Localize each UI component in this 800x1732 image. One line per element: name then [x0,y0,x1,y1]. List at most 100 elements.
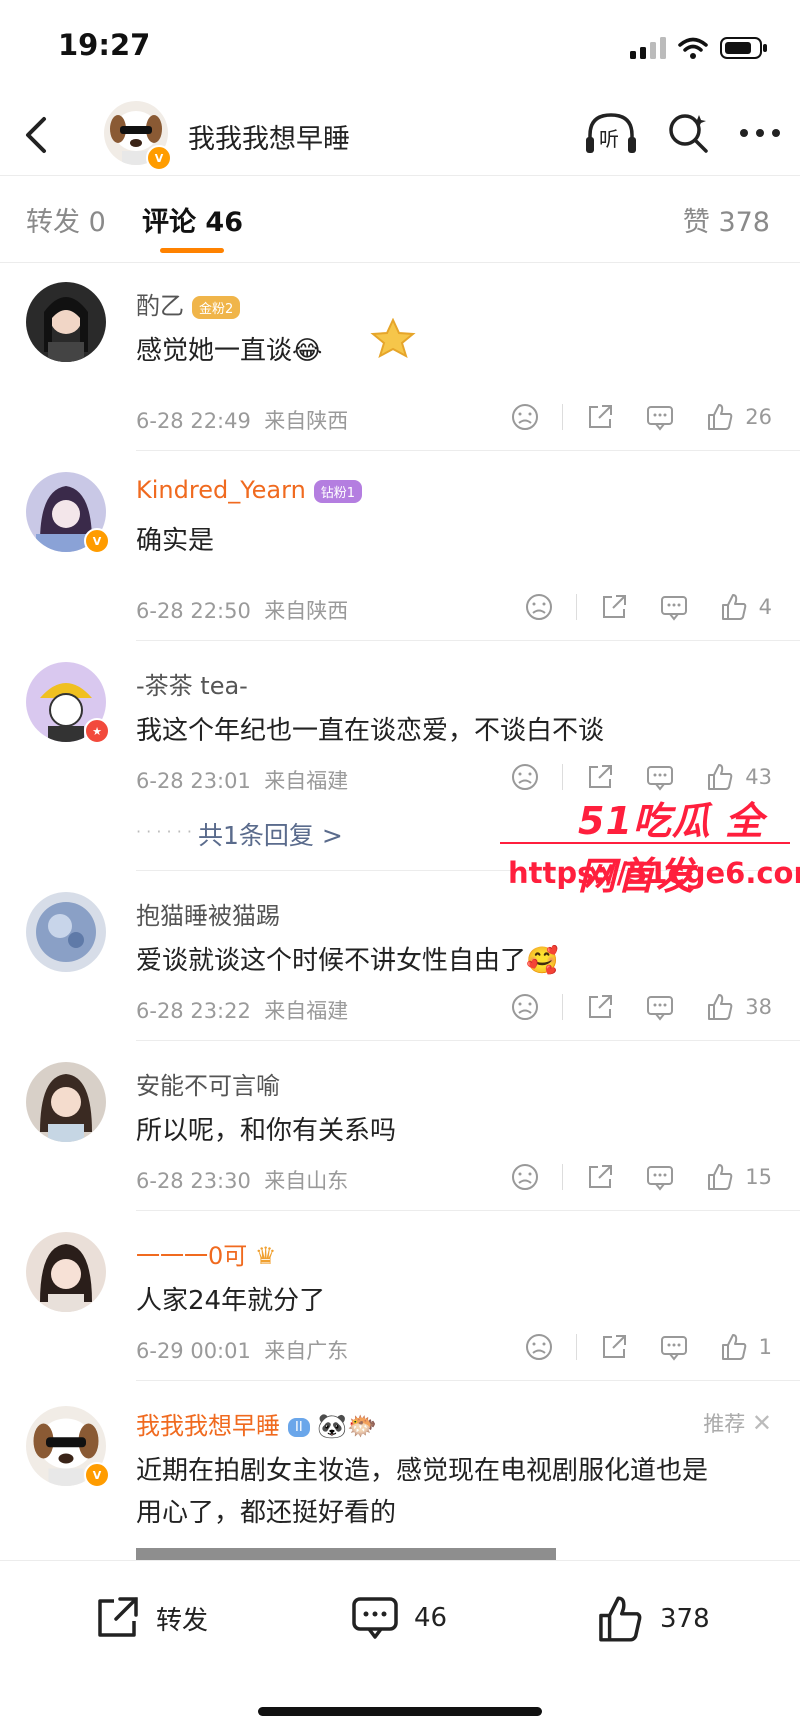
share-icon[interactable] [599,592,629,622]
comment-text-line1: 近期在拍剧女主妆造，感觉现在电视剧服化道也是 [136,1456,709,1486]
tab-active-indicator [160,248,224,253]
listen-button[interactable]: 听 [584,109,638,157]
avatar[interactable] [26,1232,106,1312]
tab-comments[interactable]: 评论 46 [142,200,243,239]
share-icon[interactable] [585,992,615,1022]
comment-username[interactable]: Kindred_Yearn 钻粉1 [136,476,363,504]
share-icon[interactable] [585,402,615,432]
reply-icon[interactable] [659,592,689,622]
comment-actions: 26 [510,402,772,432]
more-icon[interactable] [738,127,782,139]
dislike-face-icon[interactable] [510,1162,540,1192]
comment-text: 所以呢，和你有关系吗 [136,1116,397,1146]
comment-meta: 6-28 23:22 来自福建 [136,999,349,1023]
like-count: 4 [758,595,772,619]
dislike-face-icon[interactable] [524,1332,554,1362]
reply-dots: · · · · · · [136,822,192,841]
page-title: 我我我想早睡 [188,124,350,155]
crown-icon: ♛ [254,1242,277,1270]
sticker-star-icon [370,317,416,359]
share-icon [98,1597,138,1637]
avatar[interactable] [26,892,106,972]
reply-icon[interactable] [659,1332,689,1362]
panda-icon: 🐼 [317,1412,348,1440]
avatar[interactable] [26,282,106,362]
comment-text: 感觉她一直谈😂 [136,336,323,366]
comment-meta: 6-28 23:30 来自山东 [136,1169,349,1193]
reply-icon[interactable] [645,1162,675,1192]
share-icon[interactable] [599,1332,629,1362]
reply-icon[interactable] [645,762,675,792]
comment-actions: 4 [524,592,772,622]
comment-meta: 6-29 00:01 来自广东 [136,1339,349,1363]
fan-badge: II [288,1417,310,1437]
comment-username[interactable]: 酌乙 金粉2 [136,286,241,321]
fan-badge: 钻粉1 [313,479,363,503]
dislike-face-icon[interactable] [510,992,540,1022]
comment-text: 确实是 [136,526,215,556]
like-count: 15 [745,1165,772,1189]
avatar[interactable] [26,1062,106,1142]
reply-icon[interactable] [645,402,675,432]
battery-icon [720,37,767,59]
comment-image[interactable] [136,1548,556,1560]
like-count: 43 [745,765,772,789]
comment-actions: 38 [510,992,772,1022]
like-icon[interactable] [705,992,735,1022]
comment-actions: 1 [524,1332,772,1362]
like-button[interactable]: 378 [594,1593,710,1645]
dislike-face-icon[interactable] [510,762,540,792]
dislike-face-icon[interactable] [524,592,554,622]
comment-actions: 15 [510,1162,772,1192]
comment-text: 爱谈就谈这个时候不讲女性自由了🥰 [136,946,559,976]
comment-username[interactable]: 抱猫睡被猫踢 [136,896,280,931]
like-icon[interactable] [705,762,735,792]
fish-icon: 🐡 [347,1412,378,1440]
like-icon[interactable] [705,402,735,432]
status-time: 19:27 [58,28,151,62]
like-icon[interactable] [719,1332,749,1362]
header-actions: 听 [584,109,782,157]
red-badge: ★ [84,718,110,744]
verified-badge: V [146,145,172,171]
comment-meta: 6-28 22:49 来自陕西 [136,409,349,433]
comment-text-line2: 用心了，都还挺好看的 [136,1498,397,1528]
home-indicator [258,1707,542,1716]
comment-meta: 6-28 22:50 来自陕西 [136,599,349,623]
comment-meta: 6-28 23:01 来自福建 [136,769,349,793]
tab-bar: 转发 0 评论 46 赞 378 [0,176,800,263]
comment-text: 我这个年纪也一直在谈恋爱，不谈白不谈 [136,716,605,746]
reply-icon[interactable] [645,992,675,1022]
dislike-face-icon[interactable] [510,402,540,432]
verified-badge: V [84,528,110,554]
listen-label: 听 [599,127,619,151]
comment-username[interactable]: -茶茶 tea- [136,666,248,701]
search-icon[interactable] [666,111,710,155]
watermark-divider [500,842,790,844]
status-icons [630,36,768,60]
watermark-url: https://51cge6.com [508,856,800,890]
comment-icon [352,1597,398,1639]
repost-button[interactable]: 转发 [92,1593,208,1643]
comment-button[interactable]: 46 [350,1593,447,1643]
wifi-icon [678,37,708,59]
view-replies-link[interactable]: 共1条回复 > [198,816,343,852]
share-icon[interactable] [585,1162,615,1192]
like-icon[interactable] [719,592,749,622]
fan-badge: 金粉2 [192,295,241,319]
tab-repost[interactable]: 转发 0 [26,200,106,239]
signal-icon [630,37,666,59]
back-arrow-icon[interactable] [18,113,58,157]
like-count: 1 [758,1335,772,1359]
comment-username[interactable]: 我我我想早睡 II 🐼🐡 [136,1406,377,1441]
comment-username[interactable]: 一一一0可 ♛ [136,1236,276,1271]
comment-actions: 43 [510,762,772,792]
like-count: 38 [745,995,772,1019]
tab-likes[interactable]: 赞 378 [683,200,770,239]
header-bar: V 我我我想早睡 听 [0,95,800,176]
like-icon[interactable] [705,1162,735,1192]
comment-username[interactable]: 安能不可言喻 [136,1066,280,1101]
comment-text: 人家24年就分了 [136,1286,326,1316]
close-icon[interactable]: ✕ [752,1409,772,1437]
share-icon[interactable] [585,762,615,792]
